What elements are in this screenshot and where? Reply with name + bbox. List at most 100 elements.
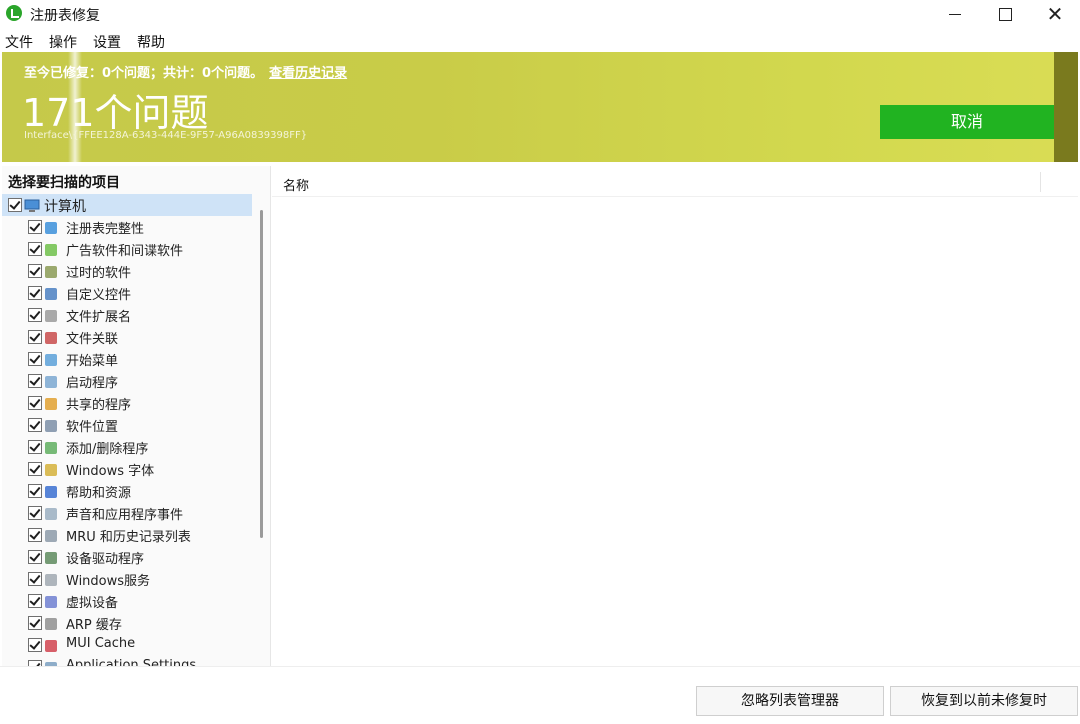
tree-item[interactable]: 共享的程序: [2, 392, 252, 414]
tree-item-label: 启动程序: [66, 376, 119, 391]
tree-item[interactable]: Application Settings: [2, 656, 252, 666]
tree-item[interactable]: 注册表完整性: [2, 216, 252, 238]
tree-item-label: 开始菜单: [66, 354, 119, 369]
checkbox[interactable]: [28, 374, 42, 388]
tree-item[interactable]: 帮助和资源: [2, 480, 252, 502]
menu-icon: [44, 352, 58, 366]
problem-count: 171个问题: [22, 91, 209, 135]
virtual-device-icon: [44, 594, 58, 608]
banner-edge: [1054, 52, 1078, 162]
restore-button[interactable]: 恢复到以前未修复时: [890, 686, 1078, 716]
results-panel: 名称: [272, 166, 1078, 666]
tree-item[interactable]: 软件位置: [2, 414, 252, 436]
service-icon: [44, 572, 58, 586]
title-bar: 注册表修复 ✕: [0, 0, 1080, 30]
checkbox[interactable]: [28, 550, 42, 564]
tree-item[interactable]: 添加/删除程序: [2, 436, 252, 458]
checkbox[interactable]: [28, 242, 42, 256]
menu-settings[interactable]: 设置: [93, 32, 121, 52]
cache-icon: [44, 638, 58, 652]
tree-item[interactable]: 开始菜单: [2, 348, 252, 370]
checkbox[interactable]: [28, 330, 42, 344]
share-icon: [44, 396, 58, 410]
column-separator[interactable]: [1040, 172, 1041, 192]
tree-item[interactable]: MRU 和历史记录列表: [2, 524, 252, 546]
scan-items-panel: 选择要扫描的项目 计算机 注册表完整性 广告软件和间谍软件 过时的软件自定义控件文件…: [2, 166, 271, 666]
checkbox[interactable]: [28, 616, 42, 630]
trash-icon: [44, 264, 58, 278]
tree-item[interactable]: 自定义控件: [2, 282, 252, 304]
font-file-icon: [44, 330, 58, 344]
cancel-button[interactable]: 取消: [880, 105, 1054, 139]
column-name-header[interactable]: 名称: [283, 175, 309, 194]
tree-item[interactable]: Windows 字体: [2, 458, 252, 480]
checkbox[interactable]: [28, 264, 42, 278]
ignore-list-manager-button[interactable]: 忽略列表管理器: [696, 686, 884, 716]
menu-action[interactable]: 操作: [49, 32, 77, 52]
checkbox[interactable]: [28, 594, 42, 608]
controls-icon: [44, 286, 58, 300]
checkbox[interactable]: [28, 528, 42, 542]
menu-bar: 文件 操作 设置 帮助: [0, 30, 1080, 52]
checkbox[interactable]: [28, 396, 42, 410]
checkbox[interactable]: [8, 198, 22, 212]
repair-stats: 至今已修复：0个问题；共计：0个问题。 查看历史记录: [24, 62, 347, 81]
tree-item[interactable]: 过时的软件: [2, 260, 252, 282]
checkbox[interactable]: [28, 220, 42, 234]
tree-item-label: 文件扩展名: [66, 310, 132, 325]
tree-item[interactable]: 声音和应用程序事件: [2, 502, 252, 524]
maximize-icon: [998, 8, 1012, 21]
recycle-icon: [44, 440, 58, 454]
scrollbar[interactable]: [260, 210, 263, 538]
tree-item[interactable]: ARP 缓存: [2, 612, 252, 634]
close-button[interactable]: ✕: [1030, 0, 1080, 28]
font-icon: [44, 462, 58, 476]
tree-item-label: 软件位置: [66, 420, 119, 435]
scan-status-banner: 至今已修复：0个问题；共计：0个问题。 查看历史记录 171个问题 Interfa…: [2, 52, 1078, 162]
tree-item-label: 计算机: [44, 199, 86, 215]
tree-item-label: 共享的程序: [66, 398, 132, 413]
scan-items-tree: 计算机 注册表完整性 广告软件和间谍软件 过时的软件自定义控件文件扩展名文件关联开始…: [2, 194, 252, 666]
scan-items-header: 选择要扫描的项目: [8, 175, 120, 191]
checkbox[interactable]: [28, 462, 42, 476]
history-icon: [44, 528, 58, 542]
maximize-button[interactable]: [980, 0, 1030, 28]
tree-item-label: 文件关联: [66, 332, 119, 347]
tree-item-computer[interactable]: 计算机: [2, 194, 252, 216]
menu-help[interactable]: 帮助: [137, 32, 165, 52]
tree-item[interactable]: 文件扩展名: [2, 304, 252, 326]
tree-item-label: 注册表完整性: [66, 222, 145, 237]
tree-item[interactable]: 虚拟设备: [2, 590, 252, 612]
checkbox[interactable]: [28, 440, 42, 454]
app-icon: [6, 5, 22, 21]
checkbox[interactable]: [28, 352, 42, 366]
checkbox[interactable]: [28, 286, 42, 300]
computer-icon: [24, 198, 40, 212]
tree-item[interactable]: 文件关联: [2, 326, 252, 348]
checkbox[interactable]: [28, 418, 42, 432]
tree-item[interactable]: 广告软件和间谍软件: [2, 238, 252, 260]
tree-item[interactable]: MUI Cache: [2, 634, 252, 656]
tree-item-label: Application Settings: [66, 658, 197, 666]
bottom-bar: 忽略列表管理器 恢复到以前未修复时: [0, 666, 1080, 724]
tree-item[interactable]: Windows服务: [2, 568, 252, 590]
tree-item-label: 自定义控件: [66, 288, 132, 303]
history-link[interactable]: 查看历史记录: [269, 66, 347, 81]
tree-item-label: MUI Cache: [66, 636, 136, 651]
checkbox[interactable]: [28, 506, 42, 520]
window-title: 注册表修复: [30, 8, 100, 24]
tree-item-label: 声音和应用程序事件: [66, 508, 184, 523]
tree-item[interactable]: 设备驱动程序: [2, 546, 252, 568]
minimize-button[interactable]: [930, 0, 980, 28]
tree-item[interactable]: 启动程序: [2, 370, 252, 392]
current-scan-path: Interface\{FFEE128A-6343-444E-9F57-A96A0…: [24, 130, 308, 141]
checkbox[interactable]: [28, 484, 42, 498]
minimize-icon: [949, 14, 961, 15]
menu-file[interactable]: 文件: [5, 32, 33, 52]
checkbox[interactable]: [28, 638, 42, 652]
tree-item-label: 设备驱动程序: [66, 552, 145, 567]
checkbox[interactable]: [28, 308, 42, 322]
checkbox[interactable]: [28, 572, 42, 586]
registry-icon: [44, 220, 58, 234]
tree-item-label: Windows服务: [66, 574, 151, 589]
